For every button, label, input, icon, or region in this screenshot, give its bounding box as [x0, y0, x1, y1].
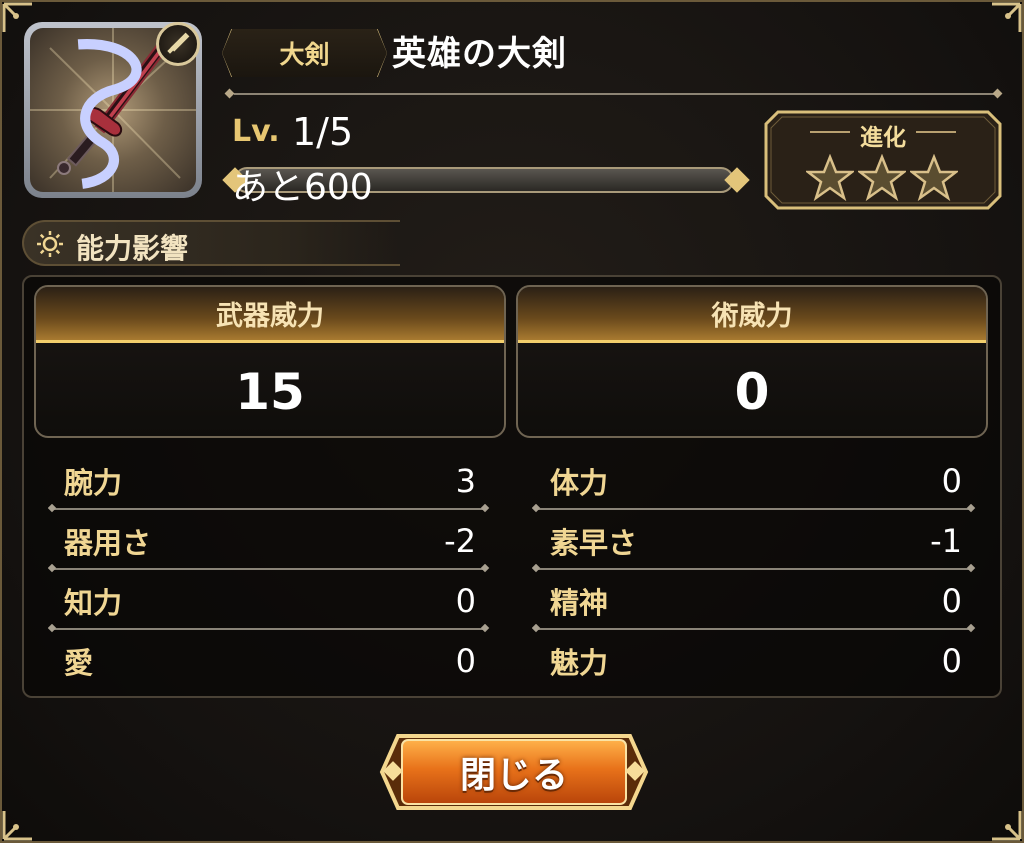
divider: [532, 564, 976, 573]
corner-ornament-icon: [978, 797, 1022, 841]
stat-value: 0: [941, 582, 962, 620]
stat-name: 器用さ: [64, 526, 152, 560]
stat-row: 知力 0: [58, 574, 504, 626]
divider: [48, 564, 490, 573]
divider: [532, 624, 976, 633]
stat-name: 素早さ: [550, 526, 638, 560]
evolution-title: 進化: [860, 125, 906, 151]
stat-row: 腕力 3: [58, 454, 504, 506]
stat-row: 愛 0: [58, 634, 504, 686]
stat-name: 愛: [64, 646, 94, 680]
weapon-power-value: 15: [235, 363, 305, 421]
stat-name: 体力: [550, 466, 609, 500]
weapon-category-tag: 大剣: [222, 29, 387, 77]
corner-ornament-icon: [978, 2, 1022, 46]
stat-row: 体力 0: [544, 454, 990, 506]
stat-row: 器用さ -2: [58, 514, 504, 566]
sun-icon: [37, 231, 63, 257]
close-button[interactable]: 閉じる: [372, 726, 656, 818]
close-button-label: 閉じる: [459, 755, 568, 796]
weapon-thumbnail[interactable]: [24, 22, 202, 198]
exp-remaining-text: あと600: [232, 167, 373, 208]
stat-name: 魅力: [550, 646, 609, 680]
divider: [48, 624, 490, 633]
weapon-power-label: 武器威力: [36, 287, 504, 343]
stat-value: 0: [455, 642, 476, 680]
star-icon: [858, 154, 906, 202]
evolution-stars: [806, 154, 958, 202]
level-label: Lv.: [232, 114, 280, 149]
stat-name: 精神: [550, 586, 609, 620]
stat-value: 3: [455, 462, 476, 500]
divider: [224, 88, 1003, 99]
magic-power-box: 術威力 0: [516, 285, 988, 438]
weapon-name: 英雄の大剣: [392, 34, 567, 74]
magic-power-label: 術威力: [518, 287, 986, 343]
stat-row: 魅力 0: [544, 634, 990, 686]
sword-type-icon: [156, 22, 200, 66]
stat-name: 腕力: [64, 466, 123, 500]
stat-value: 0: [455, 582, 476, 620]
section-header: 能力影響: [22, 220, 400, 266]
stat-value: -1: [930, 522, 962, 560]
stat-name: 知力: [64, 586, 123, 620]
stat-value: 0: [941, 462, 962, 500]
stat-value: 0: [941, 642, 962, 680]
stat-row: 精神 0: [544, 574, 990, 626]
stat-row: 素早さ -1: [544, 514, 990, 566]
stat-value: -2: [444, 522, 476, 560]
evolution-box: 進化: [764, 110, 1002, 210]
magic-power-value: 0: [734, 363, 770, 421]
divider: [48, 504, 490, 513]
section-title: 能力影響: [76, 232, 189, 265]
star-icon: [806, 154, 854, 202]
star-icon: [910, 154, 958, 202]
level-value: 1/5: [292, 110, 354, 154]
divider: [532, 504, 976, 513]
corner-ornament-icon: [2, 797, 46, 841]
weapon-detail-dialog: 大剣 英雄の大剣 Lv. 1/5 あと600 進化 能力影響 武器威力 15 術…: [0, 0, 1024, 843]
weapon-power-box: 武器威力 15: [34, 285, 506, 438]
